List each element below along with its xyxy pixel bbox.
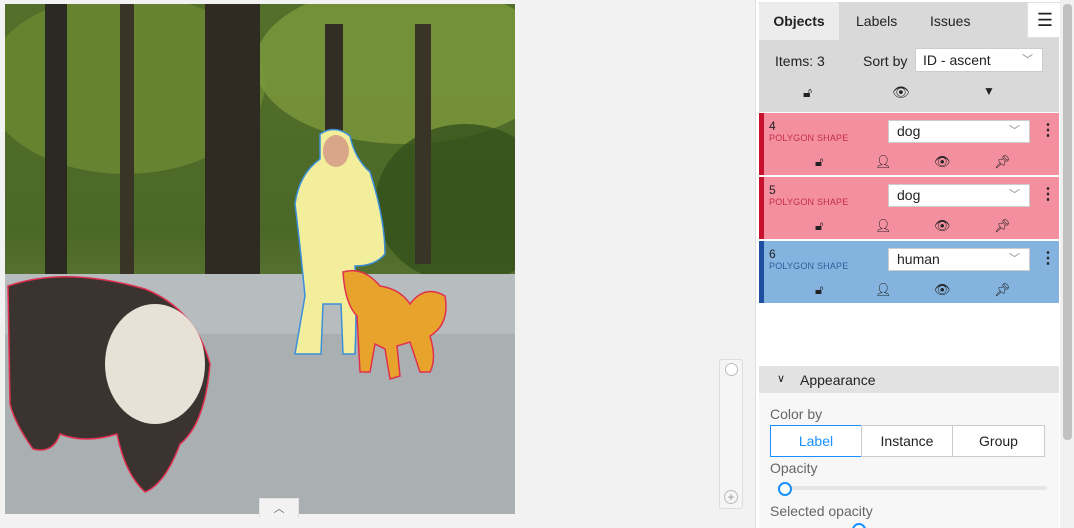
color-by-instance-option[interactable]: Instance: [861, 425, 953, 457]
chevron-down-icon: ﹀: [1009, 189, 1020, 201]
pin-icon[interactable]: 📌︎: [994, 154, 1011, 170]
sort-label: Sort by: [863, 53, 908, 69]
opacity-slider-track[interactable]: [777, 486, 1047, 490]
label-select-value: dog: [897, 187, 921, 203]
appearance-panel: ∨ Appearance Color by Label Instance Gro…: [759, 366, 1059, 528]
color-by-group-option[interactable]: Group: [952, 425, 1045, 457]
sidebar-menu-icon[interactable]: ☰: [1027, 2, 1063, 38]
color-strip: [759, 113, 764, 175]
expand-all-icon[interactable]: ▼: [983, 84, 995, 98]
eye-icon[interactable]: 👁︎: [934, 154, 951, 170]
selected-opacity-slider-knob[interactable]: [852, 523, 866, 528]
eye-icon[interactable]: 👁︎: [934, 282, 951, 298]
annotation-app: + ︿ Objects Labels Issues ☰ Items: 3 Sor…: [0, 0, 1074, 528]
object-type: POLYGON SHAPE: [769, 261, 849, 271]
objects-list-header: Items: 3 Sort by ID - ascent ﹀ 🔓︎ 👁︎ ▼: [759, 40, 1059, 112]
more-options-icon[interactable]: ⋮: [1040, 248, 1056, 268]
color-strip: [759, 177, 764, 239]
chevron-down-icon: ∨: [777, 373, 786, 385]
pin-icon[interactable]: 📌︎: [994, 218, 1011, 234]
more-options-icon[interactable]: ⋮: [1040, 184, 1056, 204]
object-id: 5: [769, 183, 776, 197]
object-card-5[interactable]: 5 POLYGON SHAPE dog ﹀ ⋮ 🔓︎ 👤︎ 👁︎ 📌︎: [759, 177, 1059, 239]
object-type: POLYGON SHAPE: [769, 197, 849, 207]
user-icon[interactable]: 👤︎: [875, 282, 892, 298]
user-icon[interactable]: 👤︎: [875, 154, 892, 170]
tab-objects[interactable]: Objects: [759, 2, 839, 40]
sidebar-tabs: Objects Labels Issues ☰: [759, 2, 1063, 40]
more-options-icon[interactable]: ⋮: [1040, 120, 1056, 140]
opacity-slider-knob[interactable]: [778, 482, 792, 496]
label-select[interactable]: dog ﹀: [888, 120, 1030, 143]
tab-labels[interactable]: Labels: [856, 2, 897, 40]
lock-icon[interactable]: 🔓︎: [815, 154, 823, 170]
chevron-down-icon: ﹀: [1009, 125, 1020, 137]
label-select[interactable]: dog ﹀: [888, 184, 1030, 207]
user-icon[interactable]: 👤︎: [875, 218, 892, 234]
eye-icon[interactable]: 👁︎: [934, 218, 951, 234]
eye-all-icon[interactable]: 👁︎: [892, 84, 910, 101]
object-id: 4: [769, 119, 776, 133]
lock-all-icon[interactable]: 🔓︎: [803, 84, 812, 101]
collapse-toggle-icon[interactable]: ︿: [259, 498, 299, 518]
object-card-6[interactable]: 6 POLYGON SHAPE human ﹀ ⋮ 🔓︎ 👤︎ 👁︎ 📌︎: [759, 241, 1059, 303]
sort-select-value: ID - ascent: [923, 52, 991, 68]
annotated-image[interactable]: [5, 4, 515, 514]
sort-select[interactable]: ID - ascent ﹀: [915, 48, 1043, 72]
sidebar-scrollbar[interactable]: [1060, 0, 1074, 528]
label-select-value: human: [897, 251, 940, 267]
color-by-label-option[interactable]: Label: [770, 425, 862, 457]
label-select[interactable]: human ﹀: [888, 248, 1030, 271]
zoom-slider[interactable]: +: [719, 359, 743, 509]
tab-issues[interactable]: Issues: [930, 2, 970, 40]
zoom-slider-knob[interactable]: [725, 363, 738, 376]
canvas-area[interactable]: + ︿: [0, 0, 755, 528]
lock-icon[interactable]: 🔓︎: [815, 218, 823, 234]
label-select-value: dog: [897, 123, 921, 139]
appearance-header[interactable]: ∨ Appearance: [759, 366, 1059, 393]
appearance-title: Appearance: [800, 372, 876, 388]
chevron-down-icon: ﹀: [1022, 54, 1033, 66]
objects-sidebar: Objects Labels Issues ☰ Items: 3 Sort by…: [755, 0, 1074, 528]
scrollbar-thumb[interactable]: [1063, 4, 1072, 440]
chevron-down-icon: ﹀: [1009, 253, 1020, 265]
opacity-label: Opacity: [770, 460, 818, 476]
color-strip: [759, 241, 764, 303]
zoom-in-icon[interactable]: +: [724, 490, 738, 504]
pin-icon[interactable]: 📌︎: [994, 282, 1011, 298]
items-count: Items: 3: [775, 53, 825, 69]
selected-opacity-label: Selected opacity: [770, 503, 873, 519]
object-id: 6: [769, 247, 776, 261]
object-card-4[interactable]: 4 POLYGON SHAPE dog ﹀ ⋮ 🔓︎ 👤︎ 👁︎ 📌︎: [759, 113, 1059, 175]
lock-icon[interactable]: 🔓︎: [815, 282, 823, 298]
color-by-label: Color by: [770, 406, 823, 422]
object-type: POLYGON SHAPE: [769, 133, 849, 143]
